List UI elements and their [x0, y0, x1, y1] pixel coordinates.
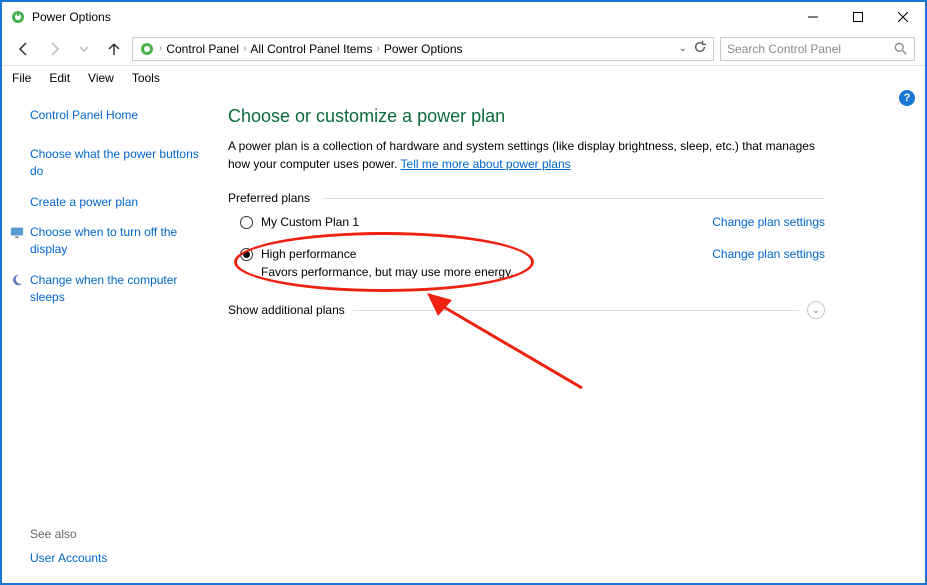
task-turn-off-display[interactable]: Choose when to turn off the display: [30, 224, 200, 258]
close-button[interactable]: [880, 2, 925, 32]
window-controls: [790, 2, 925, 32]
breadcrumb-item[interactable]: Power Options: [384, 42, 463, 56]
recent-dropdown[interactable]: [72, 37, 96, 61]
breadcrumb-item[interactable]: All Control Panel Items: [250, 42, 372, 56]
window-title: Power Options: [32, 10, 790, 24]
show-additional-plans[interactable]: Show additional plans ⌄: [228, 301, 825, 319]
display-off-icon: [10, 225, 24, 239]
control-panel-icon: [139, 41, 155, 57]
expander-label: Show additional plans: [228, 303, 345, 317]
power-options-icon: [10, 9, 26, 25]
task-create-plan[interactable]: Create a power plan: [30, 194, 200, 211]
task-change-sleep[interactable]: Change when the computer sleeps: [30, 272, 200, 306]
plan-radio[interactable]: [240, 216, 253, 229]
plan-radio[interactable]: [240, 248, 253, 261]
plan-name: High performance: [261, 247, 514, 261]
up-button[interactable]: [102, 37, 126, 61]
refresh-icon[interactable]: [693, 40, 707, 57]
page-description: A power plan is a collection of hardware…: [228, 137, 825, 173]
menubar: File Edit View Tools: [2, 66, 925, 90]
divider: [353, 310, 799, 311]
back-button[interactable]: [12, 37, 36, 61]
sidebar: Control Panel Home Choose what the power…: [2, 90, 212, 581]
change-plan-settings-link[interactable]: Change plan settings: [712, 247, 825, 261]
chevron-right-icon: ›: [243, 43, 246, 54]
chevron-down-icon: ⌄: [807, 301, 825, 319]
menu-file[interactable]: File: [12, 71, 31, 85]
plan-row: My Custom Plan 1 Change plan settings: [240, 215, 825, 229]
tell-me-more-link[interactable]: Tell me more about power plans: [401, 157, 571, 171]
breadcrumb-item[interactable]: Control Panel: [166, 42, 239, 56]
preferred-plans-label: Preferred plans: [228, 191, 825, 205]
minimize-button[interactable]: [790, 2, 835, 32]
plan-description: Favors performance, but may use more ene…: [261, 265, 514, 279]
titlebar: Power Options: [2, 2, 925, 32]
search-placeholder: Search Control Panel: [727, 42, 841, 56]
maximize-button[interactable]: [835, 2, 880, 32]
content: Control Panel Home Choose what the power…: [2, 90, 925, 581]
task-power-buttons[interactable]: Choose what the power buttons do: [30, 146, 200, 180]
chevron-right-icon: ›: [376, 43, 379, 54]
forward-button[interactable]: [42, 37, 66, 61]
main-panel: ? Choose or customize a power plan A pow…: [212, 90, 925, 581]
page-heading: Choose or customize a power plan: [228, 106, 825, 127]
search-icon: [894, 42, 908, 59]
breadcrumb[interactable]: › Control Panel › All Control Panel Item…: [132, 37, 714, 61]
search-input[interactable]: Search Control Panel: [720, 37, 915, 61]
help-icon[interactable]: ?: [899, 90, 915, 106]
plan-name: My Custom Plan 1: [261, 215, 359, 229]
change-plan-settings-link[interactable]: Change plan settings: [712, 215, 825, 229]
control-panel-home-link[interactable]: Control Panel Home: [30, 108, 200, 122]
sleep-icon: [10, 273, 24, 287]
divider: [323, 198, 825, 199]
menu-edit[interactable]: Edit: [49, 71, 70, 85]
chevron-down-icon[interactable]: ⌄: [679, 43, 687, 54]
user-accounts-link[interactable]: User Accounts: [30, 551, 107, 565]
chevron-right-icon: ›: [159, 43, 162, 54]
plan-row: High performance Favors performance, but…: [240, 247, 825, 279]
see-also-label: See also: [30, 527, 107, 541]
menu-view[interactable]: View: [88, 71, 114, 85]
navbar: › Control Panel › All Control Panel Item…: [2, 32, 925, 66]
see-also: See also User Accounts: [30, 527, 107, 565]
menu-tools[interactable]: Tools: [132, 71, 160, 85]
